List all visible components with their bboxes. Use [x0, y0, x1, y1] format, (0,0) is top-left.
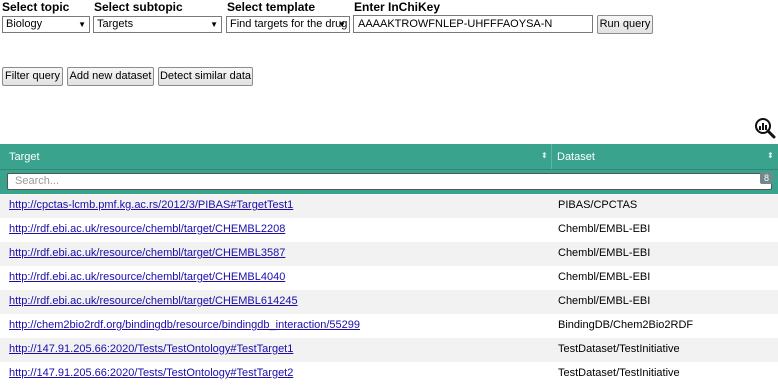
table-row[interactable]: http://rdf.ebi.ac.uk/resource/chembl/tar…	[0, 218, 778, 242]
table-row[interactable]: http://147.91.205.66:2020/Tests/TestOnto…	[0, 362, 778, 386]
target-link[interactable]: http://cpctas-lcmb.pmf.kg.ac.rs/2012/3/P…	[9, 199, 293, 211]
column-header-target[interactable]: Target	[9, 151, 40, 163]
dataset-cell: Chembl/EMBL-EBI	[558, 247, 651, 259]
filter-bar: Search... 8	[0, 170, 778, 194]
target-link[interactable]: http://rdf.ebi.ac.uk/resource/chembl/tar…	[9, 247, 285, 259]
inchikey-input[interactable]: AAAAKTROWFNLEP-UHFFFAOYSA-N	[353, 15, 593, 33]
chevron-down-icon: ▼	[210, 20, 218, 29]
target-link[interactable]: http://rdf.ebi.ac.uk/resource/chembl/tar…	[9, 295, 298, 307]
subtopic-select[interactable]: Targets ▼	[93, 16, 222, 33]
inchikey-label: Enter InChiKey	[354, 0, 441, 14]
chevron-down-icon: ▼	[78, 20, 86, 29]
target-link[interactable]: http://147.91.205.66:2020/Tests/TestOnto…	[9, 343, 293, 355]
table-row[interactable]: http://chem2bio2rdf.org/bindingdb/resour…	[0, 314, 778, 338]
topic-select[interactable]: Biology ▼	[2, 16, 90, 33]
grid-body: http://cpctas-lcmb.pmf.kg.ac.rs/2012/3/P…	[0, 194, 778, 386]
chevron-down-icon: ▼	[338, 20, 346, 29]
sort-icon[interactable]: ⬍	[767, 151, 774, 160]
dataset-cell: TestDataset/TestInitiative	[558, 343, 680, 355]
template-select[interactable]: Find targets for the drug ▼	[226, 16, 350, 33]
topic-select-value: Biology	[6, 18, 43, 30]
dataset-cell: PIBAS/CPCTAS	[558, 199, 638, 211]
magnifier-chart-icon[interactable]	[754, 117, 776, 139]
template-label: Select template	[227, 0, 316, 14]
table-row[interactable]: http://rdf.ebi.ac.uk/resource/chembl/tar…	[0, 242, 778, 266]
results-grid: Target ⬍ Dataset ⬍ Search... 8 http://cp…	[0, 144, 778, 386]
target-link[interactable]: http://chem2bio2rdf.org/bindingdb/resour…	[9, 319, 360, 331]
subtopic-label: Select subtopic	[94, 0, 183, 14]
table-row[interactable]: http://rdf.ebi.ac.uk/resource/chembl/tar…	[0, 290, 778, 314]
add-dataset-button[interactable]: Add new dataset	[67, 67, 154, 86]
dataset-cell: Chembl/EMBL-EBI	[558, 271, 651, 283]
column-divider	[551, 144, 552, 169]
dataset-cell: TestDataset/TestInitiative	[558, 367, 680, 379]
result-count-badge: 8	[759, 172, 773, 184]
filter-query-button[interactable]: Filter query	[2, 67, 63, 86]
subtopic-select-value: Targets	[97, 18, 134, 30]
grid-header: Target ⬍ Dataset ⬍	[0, 144, 778, 170]
template-select-value: Find targets for the drug	[230, 18, 348, 30]
sort-icon[interactable]: ⬍	[541, 151, 548, 160]
table-row[interactable]: http://cpctas-lcmb.pmf.kg.ac.rs/2012/3/P…	[0, 194, 778, 218]
table-row[interactable]: http://147.91.205.66:2020/Tests/TestOnto…	[0, 338, 778, 362]
search-input[interactable]: Search...	[7, 173, 772, 190]
dataset-cell: Chembl/EMBL-EBI	[558, 223, 651, 235]
dataset-cell: BindingDB/Chem2Bio2RDF	[558, 319, 694, 331]
column-header-dataset[interactable]: Dataset	[557, 151, 595, 163]
run-query-button[interactable]: Run query	[597, 15, 653, 34]
target-link[interactable]: http://rdf.ebi.ac.uk/resource/chembl/tar…	[9, 223, 285, 235]
dataset-cell: Chembl/EMBL-EBI	[558, 295, 651, 307]
target-link[interactable]: http://rdf.ebi.ac.uk/resource/chembl/tar…	[9, 271, 285, 283]
detect-similar-button[interactable]: Detect similar data	[158, 67, 253, 86]
target-link[interactable]: http://147.91.205.66:2020/Tests/TestOnto…	[9, 367, 293, 379]
table-row[interactable]: http://rdf.ebi.ac.uk/resource/chembl/tar…	[0, 266, 778, 290]
topic-label: Select topic	[2, 0, 70, 14]
